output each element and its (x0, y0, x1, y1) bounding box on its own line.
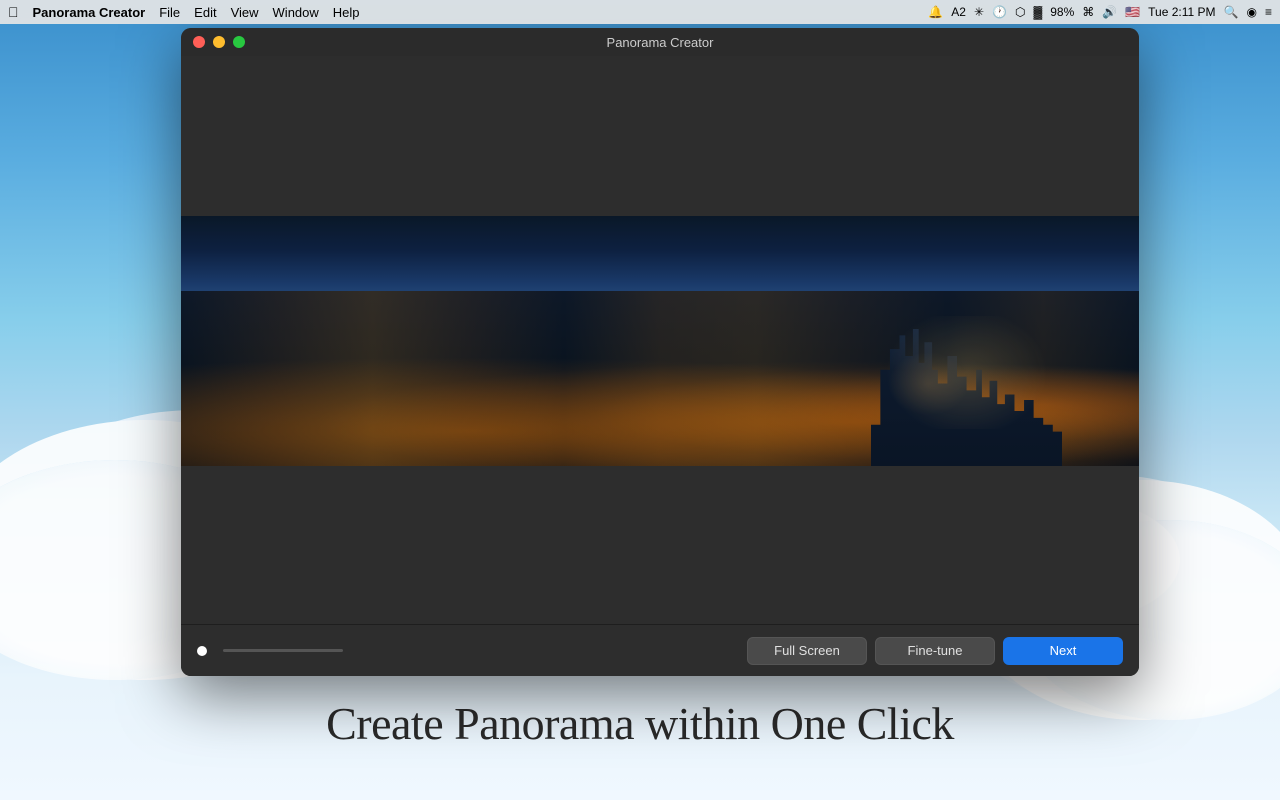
clock: Tue 2:11 PM (1148, 5, 1215, 19)
search-icon[interactable]: 🔍 (1224, 5, 1239, 19)
battery-icon: ▓ (1033, 5, 1042, 19)
traffic-lights (193, 36, 245, 48)
menu-extras-icon[interactable]: ≡ (1265, 5, 1272, 19)
bluetooth-icon[interactable]: ⬡ (1015, 5, 1025, 19)
siri-icon[interactable]: ◉ (1247, 5, 1257, 19)
window-title: Panorama Creator (607, 35, 714, 50)
maximize-button[interactable] (233, 36, 245, 48)
building-lights-layer (871, 316, 1063, 429)
menu-file[interactable]: File (159, 5, 180, 20)
bottom-dark-area (181, 466, 1139, 624)
tagline: Create Panorama within One Click (0, 697, 1280, 750)
menubar:  Panorama Creator File Edit View Window… (0, 0, 1280, 24)
notification-icon[interactable]: 🔔 (928, 5, 943, 19)
menu-view[interactable]: View (231, 5, 259, 20)
next-button[interactable]: Next (1003, 637, 1123, 665)
minimize-button[interactable] (213, 36, 225, 48)
wifi-icon[interactable]: ⌘ (1082, 5, 1094, 19)
extra-icon[interactable]: ✳ (974, 5, 984, 19)
top-dark-area (181, 56, 1139, 216)
content-area: Full Screen Fine-tune Next (181, 56, 1139, 676)
app-window: Panorama Creator (181, 28, 1139, 676)
close-button[interactable] (193, 36, 205, 48)
flag-icon[interactable]: 🇺🇸 (1125, 5, 1140, 19)
panorama-image (181, 216, 1139, 466)
app-name[interactable]: Panorama Creator (33, 5, 146, 20)
panorama-container (181, 216, 1139, 466)
apple-menu-icon[interactable]:  (8, 4, 19, 20)
time-machine-icon[interactable]: 🕐 (992, 5, 1007, 19)
finetune-button[interactable]: Fine-tune (875, 637, 995, 665)
menu-window[interactable]: Window (273, 5, 319, 20)
menu-edit[interactable]: Edit (194, 5, 216, 20)
battery-percent: 98% (1050, 5, 1074, 19)
volume-icon[interactable]: 🔊 (1102, 5, 1117, 19)
progress-bar (223, 649, 343, 652)
progress-dot (197, 646, 207, 656)
bottom-toolbar: Full Screen Fine-tune Next (181, 624, 1139, 676)
adobe-icon: A2 (951, 5, 966, 19)
menu-help[interactable]: Help (333, 5, 360, 20)
fullscreen-button[interactable]: Full Screen (747, 637, 867, 665)
titlebar: Panorama Creator (181, 28, 1139, 56)
